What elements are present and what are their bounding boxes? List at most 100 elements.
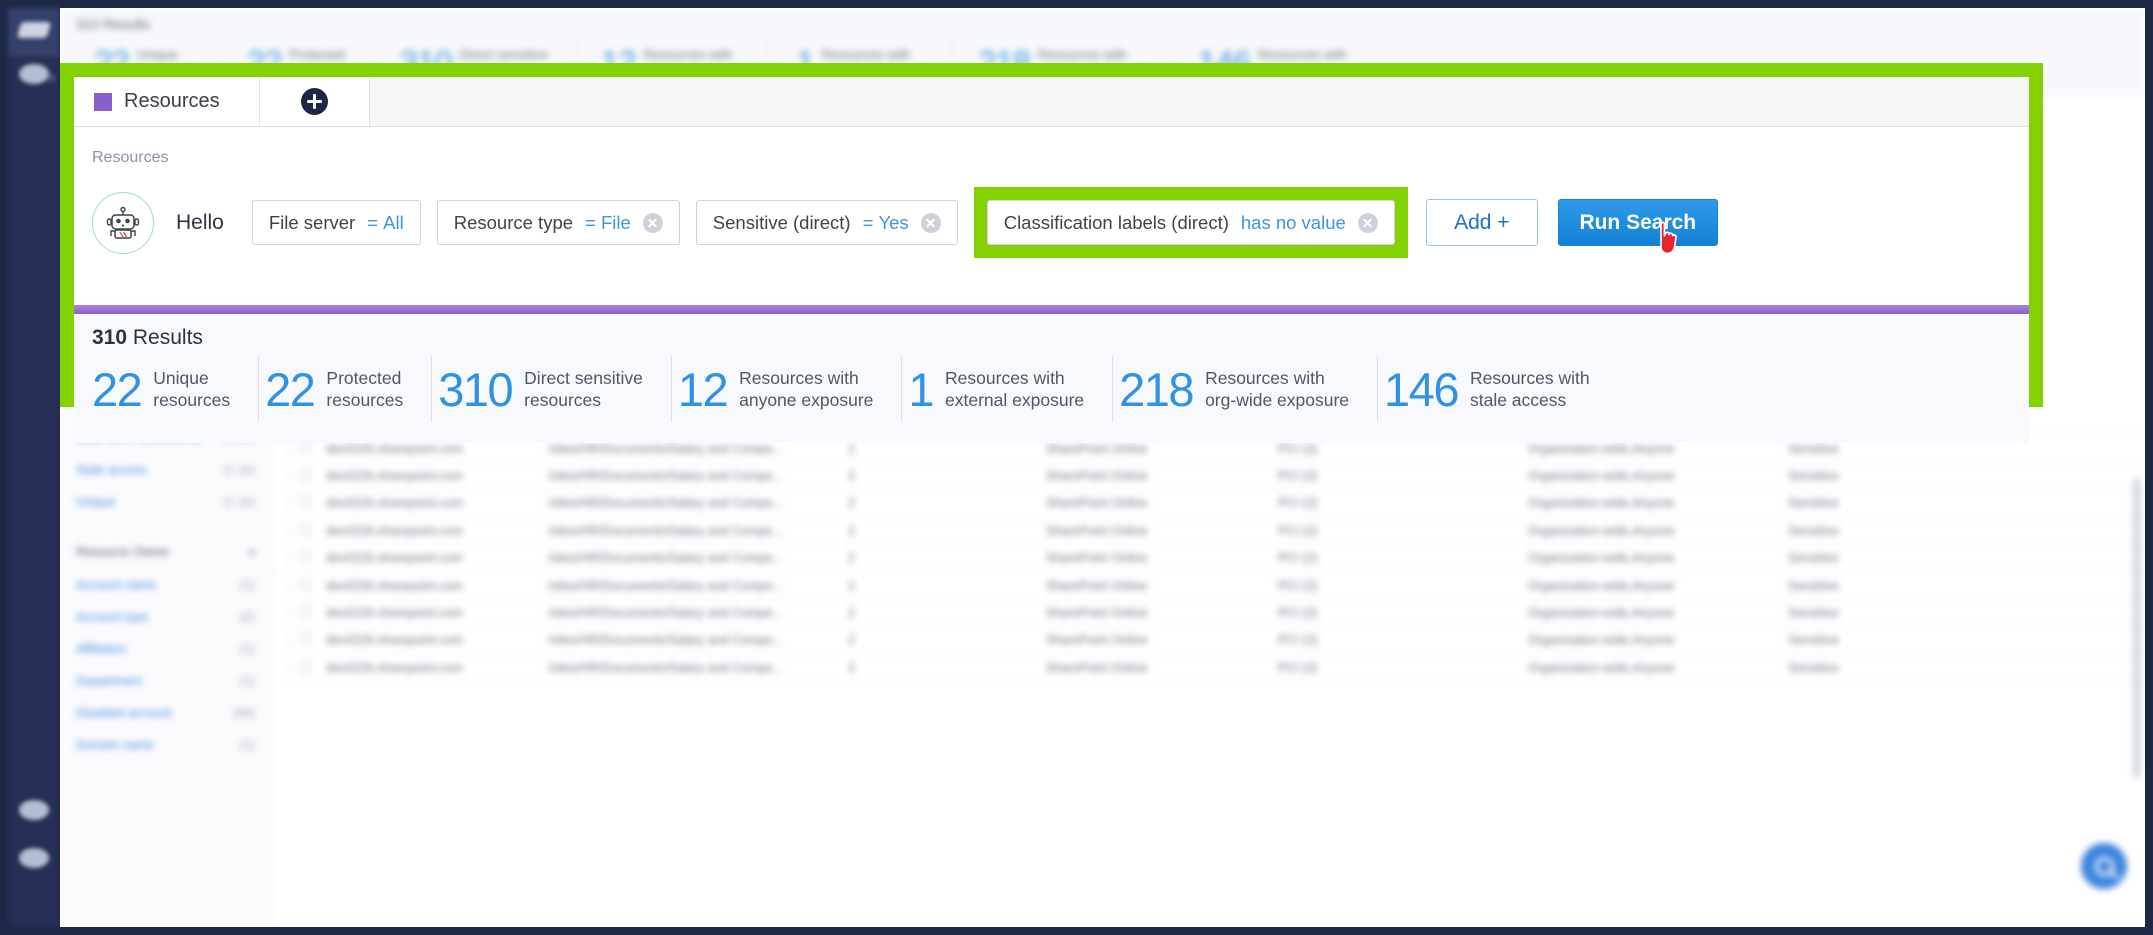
kpi-org-wide-exposure: 218 Resources with org-wide exposure [1113, 356, 1379, 422]
row-menu-icon[interactable]: ⋮ [278, 633, 300, 648]
facet-label: Disabled account [76, 706, 172, 720]
help-icon[interactable] [19, 848, 49, 868]
cell-site: dev0226.sharepoint.com [326, 633, 463, 648]
kpi-label: Resources with org-wide exposure [1205, 367, 1350, 410]
cell-classification: PCI (2) [1278, 605, 1318, 620]
tab-color-swatch [94, 92, 112, 111]
facet-item[interactable]: Department (1) [74, 665, 257, 697]
run-search-button[interactable]: Run Search [1557, 199, 1718, 255]
tab-resources[interactable]: Resources [74, 77, 260, 126]
row-checkbox[interactable] [300, 660, 326, 675]
facet-count: (1.1k) [223, 495, 255, 509]
row-menu-icon[interactable]: ⋮ [278, 496, 300, 511]
cell-source: SharePoint Online [1046, 551, 1148, 566]
cell-path: /sites/HR/Documents/Salary and Compe... [548, 660, 783, 675]
cell-site: dev0226.sharepoint.com [326, 441, 463, 456]
cell-count: 2 [848, 523, 855, 538]
settings-icon[interactable] [19, 800, 49, 820]
filter-chip-classification-labels[interactable]: Classification labels (direct) has no va… [986, 200, 1395, 245]
row-menu-icon[interactable]: ⋮ [278, 523, 300, 538]
row-checkbox[interactable] [300, 551, 326, 565]
row-checkbox[interactable] [300, 633, 326, 647]
table-row[interactable]: ⋮ dev0226.sharepoint.com /sites/HR/Docum… [272, 490, 2145, 518]
cell-classification: PCI (2) [1278, 660, 1318, 675]
facet-count: (2) [239, 610, 255, 624]
chip-remove-icon[interactable] [920, 212, 941, 233]
cell-source: SharePoint Online [1046, 468, 1148, 483]
row-menu-icon[interactable]: ⋮ [278, 551, 300, 566]
cell-source: SharePoint Online [1046, 633, 1148, 648]
row-menu-icon[interactable]: ⋮ [278, 660, 300, 675]
table-row[interactable]: ⋮ dev0226.sharepoint.com /sites/HR/Docum… [272, 463, 2145, 491]
app-window: 310 Results 22 Uniqueresources 22 Protec… [0, 0, 2153, 935]
filter-chip-resource-type[interactable]: Resource type = File [436, 200, 680, 245]
facet-item[interactable]: Affiliation (1) [74, 633, 257, 665]
cell-source: SharePoint Online [1046, 441, 1148, 456]
cell-label: Sensitive [1788, 578, 1839, 593]
results-scrollbar[interactable] [2133, 478, 2141, 778]
kpi-protected-resources: 22 Protected resources [259, 356, 433, 422]
cell-site: dev0226.sharepoint.com [326, 578, 463, 593]
add-filter-button[interactable]: Add + [1425, 199, 1538, 246]
facet-item[interactable]: Account name (1) [74, 569, 257, 601]
kpi-external-exposure: 1 Resources with external exposure [902, 356, 1114, 422]
row-checkbox[interactable] [300, 523, 326, 538]
facet-count: (1) [239, 578, 255, 592]
facet-item[interactable]: Domain name (1) [74, 729, 257, 761]
facet-item[interactable]: Unique (1.1k) [74, 486, 257, 518]
background-results-label: 310 Results [76, 16, 150, 32]
kpi-anyone-exposure: 12 Resources with anyone exposure [672, 356, 903, 422]
facet-count: (99) [232, 706, 255, 720]
cell-path: /sites/HR/Documents/Salary and Compe... [548, 468, 783, 483]
cell-label: Sensitive [1788, 468, 1839, 483]
row-checkbox[interactable] [300, 468, 326, 483]
kpi-value: 22 [92, 362, 143, 416]
cell-count: 2 [848, 633, 855, 648]
table-row[interactable]: ⋮ dev0226.sharepoint.com /sites/HR/Docum… [272, 572, 2145, 600]
chip-key: File server [268, 211, 356, 233]
kpi-label: Direct sensitive resources [524, 367, 643, 410]
cell-label: Sensitive [1788, 633, 1839, 648]
kpi-unique-resources: 22 Unique resources [92, 356, 260, 422]
filter-chip-sensitive-direct[interactable]: Sensitive (direct) = Yes [695, 200, 958, 245]
table-row[interactable]: ⋮ dev0226.sharepoint.com /sites/HR/Docum… [272, 600, 2145, 628]
row-menu-icon[interactable]: ⋮ [278, 468, 300, 483]
table-row[interactable]: ⋮ dev0226.sharepoint.com /sites/HR/Docum… [272, 627, 2145, 655]
cell-exposure: Organization-wide,Anyone [1528, 523, 1675, 538]
row-checkbox[interactable] [300, 605, 326, 620]
table-row[interactable]: ⋮ dev0226.sharepoint.com /sites/HR/Docum… [272, 655, 2145, 682]
row-checkbox[interactable] [300, 578, 326, 593]
chip-remove-icon[interactable] [642, 212, 663, 233]
plus-circle-icon [301, 88, 328, 115]
facet-count: (1) [239, 642, 255, 656]
facet-item[interactable]: Disabled account (99) [74, 697, 257, 729]
facet-item[interactable]: Stale access (1.1k) [74, 454, 257, 486]
kpi-value: 218 [1119, 362, 1194, 416]
cell-classification: PCI (2) [1278, 523, 1318, 538]
cell-path: /sites/HR/Documents/Salary and Compe... [548, 551, 783, 566]
facet-label: Department [76, 674, 142, 688]
row-checkbox[interactable] [300, 441, 326, 456]
facet-label: Account type [76, 610, 149, 624]
table-row[interactable]: ⋮ dev0226.sharepoint.com /sites/HR/Docum… [272, 518, 2145, 545]
search-fab-button[interactable] [2081, 843, 2127, 889]
row-menu-icon[interactable]: ⋮ [278, 441, 300, 456]
facet-item[interactable]: Account type (2) [74, 601, 257, 633]
robot-avatar-icon [92, 191, 154, 254]
facet-group-header[interactable]: Resource Owner ▾ [74, 536, 257, 569]
chip-remove-icon[interactable] [1357, 212, 1378, 233]
dashboard-icon[interactable] [19, 64, 49, 84]
section-divider [74, 305, 2029, 314]
cell-count: 2 [848, 496, 855, 511]
row-checkbox[interactable] [300, 496, 326, 510]
row-menu-icon[interactable]: ⋮ [278, 578, 300, 593]
kpi-label: Protected resources [326, 367, 404, 410]
table-row[interactable]: ⋮ dev0226.sharepoint.com /sites/HR/Docum… [272, 545, 2145, 573]
add-tab-button[interactable] [260, 77, 370, 126]
cell-label: Sensitive [1788, 660, 1839, 675]
kpi-row: 22 Unique resources 22 Protected resources… [92, 356, 2029, 422]
filter-chip-file-server[interactable]: File server = All [251, 200, 421, 245]
facet-label: Account name [76, 578, 156, 592]
cell-exposure: Organization-wide,Anyone [1528, 441, 1675, 456]
row-menu-icon[interactable]: ⋮ [278, 605, 300, 620]
